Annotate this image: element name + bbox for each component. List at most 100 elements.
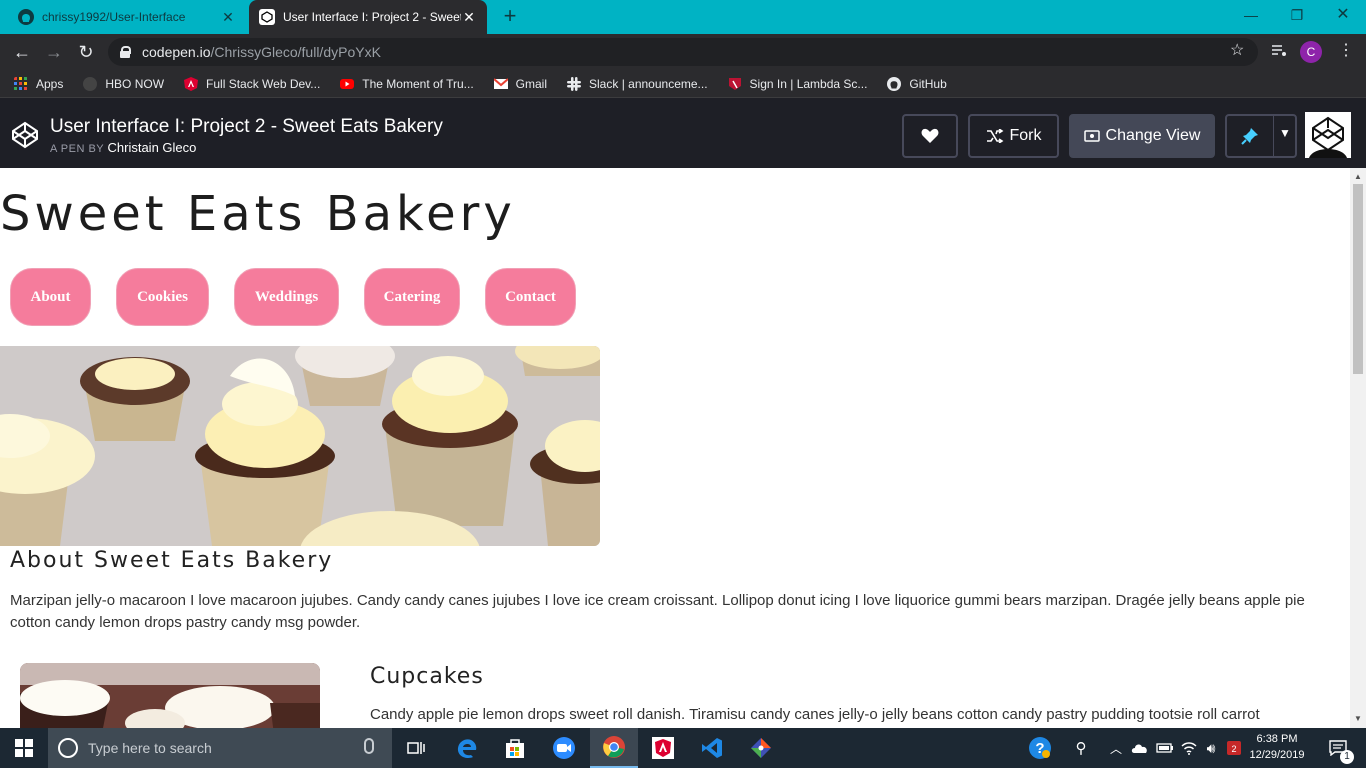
- codepen-logo-icon[interactable]: [10, 120, 40, 150]
- notification-count-badge: 1: [1340, 750, 1354, 764]
- scroll-down-icon[interactable]: ▼: [1350, 712, 1366, 726]
- close-window-button[interactable]: ✕: [1320, 0, 1366, 30]
- scrollbar-thumb[interactable]: [1353, 184, 1363, 374]
- url-host: codepen.io: [142, 44, 211, 60]
- task-view-icon: [407, 742, 425, 754]
- page-scrollbar[interactable]: ▲ ▼: [1350, 168, 1366, 728]
- bookmark-gmail[interactable]: Gmail: [493, 76, 548, 91]
- nav-catering-button[interactable]: Catering: [364, 268, 460, 326]
- bookmark-label: Gmail: [515, 76, 548, 91]
- clock-date: 12/29/2019: [1249, 749, 1305, 761]
- cortana-circle-icon: [58, 738, 78, 758]
- bookmark-slack[interactable]: Slack | announceme...: [567, 76, 708, 91]
- zoom-app[interactable]: [540, 728, 588, 768]
- bookmark-youtube[interactable]: The Moment of Tru...: [340, 76, 474, 91]
- battery-icon[interactable]: [1154, 728, 1176, 768]
- bookmark-label: Apps: [36, 76, 64, 91]
- notification-app-icon[interactable]: 2: [1224, 728, 1244, 768]
- heart-button[interactable]: [902, 114, 958, 158]
- microphone-icon[interactable]: [364, 738, 374, 754]
- angular-app-icon: [652, 737, 674, 759]
- codepen-header: User Interface I: Project 2 - Sweet Eats…: [0, 98, 1366, 168]
- change-view-button[interactable]: Change View: [1069, 114, 1215, 158]
- fork-button[interactable]: Fork: [968, 114, 1059, 158]
- youtube-icon: [340, 78, 355, 89]
- bookmark-hbo[interactable]: HBO NOW: [83, 76, 165, 91]
- nav-weddings-button[interactable]: Weddings: [234, 268, 339, 326]
- bookmark-label: Slack | announceme...: [589, 76, 708, 91]
- task-view-button[interactable]: [392, 728, 440, 768]
- chrome-icon: [603, 736, 625, 758]
- wifi-icon[interactable]: [1178, 728, 1200, 768]
- action-center-button[interactable]: 1: [1318, 728, 1358, 768]
- pen-byline: A PEN BY Christain Gleco: [50, 140, 196, 155]
- avatar-icon: [1305, 112, 1351, 158]
- zoom-icon: [553, 737, 575, 759]
- nav-about-button[interactable]: About: [10, 268, 91, 326]
- change-view-label: Change View: [1105, 127, 1201, 144]
- angular-app[interactable]: [639, 728, 687, 768]
- bookmark-star-icon[interactable]: ☆: [1230, 40, 1244, 60]
- github-icon: [887, 76, 902, 91]
- pen-author-link[interactable]: Christain Gleco: [108, 140, 197, 155]
- browser-tab-github[interactable]: chrissy1992/User-Interface ✕: [8, 0, 246, 34]
- onedrive-icon[interactable]: [1128, 728, 1152, 768]
- scroll-up-icon[interactable]: ▲: [1350, 170, 1366, 184]
- new-tab-button[interactable]: +: [498, 4, 522, 28]
- vscode-app[interactable]: [688, 728, 736, 768]
- back-button[interactable]: ←: [10, 40, 34, 64]
- browser-tab-codepen[interactable]: User Interface I: Project 2 - Sweet Eats…: [249, 0, 487, 34]
- edge-app[interactable]: [443, 728, 491, 768]
- slack-icon: [567, 76, 582, 91]
- address-bar[interactable]: codepen.io/ChrissyGleco/full/dyPoYxK: [108, 38, 1258, 66]
- media-control-icon[interactable]: [1270, 42, 1288, 60]
- pin-divider: [1273, 116, 1274, 156]
- gmail-icon: [493, 77, 508, 89]
- search-placeholder: Type here to search: [88, 740, 212, 756]
- pin-button[interactable]: ▼: [1225, 114, 1297, 158]
- reload-button[interactable]: ↻: [74, 40, 98, 64]
- close-tab-icon[interactable]: ✕: [220, 9, 236, 26]
- github-icon: [18, 9, 34, 25]
- windows-logo-icon: [15, 739, 33, 757]
- volume-icon[interactable]: 🔊︎: [1200, 728, 1222, 768]
- start-button[interactable]: [0, 728, 48, 768]
- hero-cupcakes-image: [0, 346, 600, 546]
- restore-button[interactable]: ❐: [1274, 0, 1320, 30]
- cupcakes-heading: Cupcakes: [370, 664, 484, 689]
- windows-taskbar: Type here to search ? ⚲ ︿ 🔊︎ 2 6:38 PM 1…: [0, 728, 1366, 768]
- forward-button[interactable]: →: [42, 40, 66, 64]
- minimize-button[interactable]: —: [1228, 0, 1274, 30]
- store-app[interactable]: [491, 728, 539, 768]
- question-icon: ?: [1029, 737, 1051, 759]
- edge-icon: [457, 739, 477, 758]
- show-hidden-icons-chevron-icon[interactable]: ︿: [1106, 728, 1126, 768]
- bookmark-label: HBO NOW: [105, 76, 165, 91]
- git-app[interactable]: [737, 728, 785, 768]
- nav-cookies-button[interactable]: Cookies: [116, 268, 209, 326]
- chevron-down-icon[interactable]: ▼: [1279, 126, 1291, 140]
- bookmark-label: Sign In | Lambda Sc...: [749, 76, 868, 91]
- bookmark-label: Full Stack Web Dev...: [206, 76, 321, 91]
- taskbar-search-box[interactable]: Type here to search: [48, 728, 392, 768]
- apps-grid-icon: [14, 76, 27, 90]
- bookmark-github[interactable]: GitHub: [887, 76, 947, 91]
- bookmark-label: The Moment of Tru...: [362, 76, 474, 91]
- browser-menu-icon[interactable]: ⋮: [1338, 40, 1354, 60]
- nav-contact-button[interactable]: Contact: [485, 268, 576, 326]
- main-nav: About Cookies Weddings Catering Contact: [10, 268, 601, 326]
- lambda-icon: [728, 77, 741, 90]
- bookmark-full-stack[interactable]: Full Stack Web Dev...: [184, 76, 321, 91]
- help-tray-icon[interactable]: ?: [1024, 728, 1056, 768]
- bookmark-lambda[interactable]: Sign In | Lambda Sc...: [728, 76, 868, 91]
- chrome-app[interactable]: [590, 728, 638, 768]
- people-icon[interactable]: ⚲: [1068, 728, 1094, 768]
- user-avatar[interactable]: [1305, 112, 1351, 158]
- close-tab-icon[interactable]: ✕: [461, 9, 477, 26]
- system-clock[interactable]: 6:38 PM 12/29/2019: [1244, 731, 1310, 763]
- bookmark-apps[interactable]: Apps: [14, 76, 64, 91]
- pin-icon: [1241, 128, 1258, 145]
- eye-icon: [1083, 130, 1100, 142]
- angular-icon: [184, 76, 199, 91]
- profile-avatar[interactable]: C: [1300, 41, 1322, 63]
